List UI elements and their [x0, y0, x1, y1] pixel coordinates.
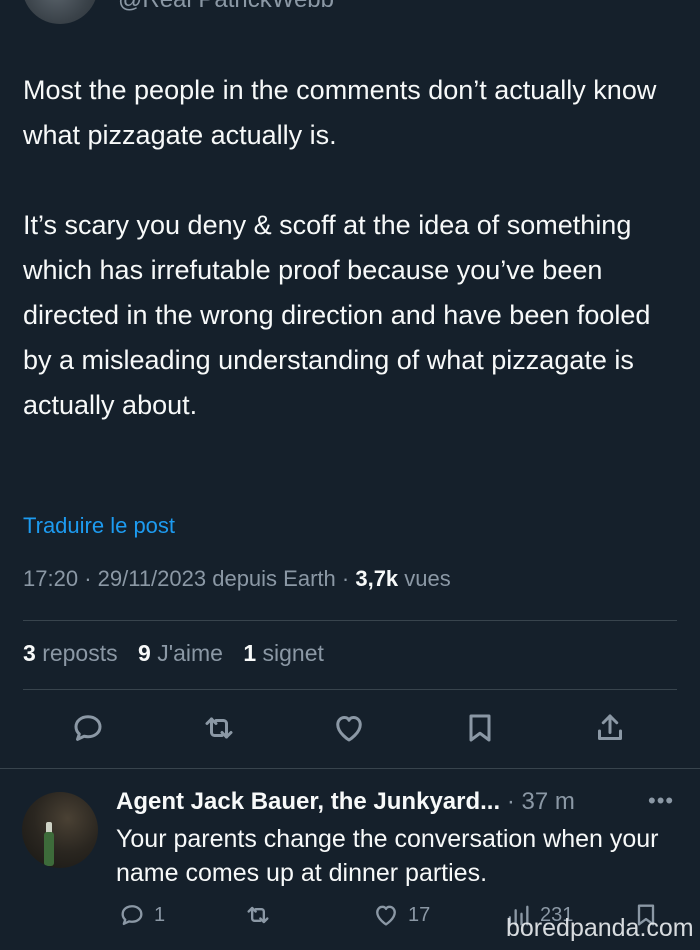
reply-text: Your parents change the conversation whe…	[116, 825, 659, 887]
likes-stat[interactable]: 9 J'aime	[138, 640, 223, 666]
meta-separator: ·	[84, 566, 92, 591]
like-icon	[376, 905, 396, 926]
reply-reply-button[interactable]: 1	[118, 898, 165, 932]
divider	[0, 768, 700, 769]
reply-like-button[interactable]: 17	[372, 898, 430, 932]
author-avatar[interactable]	[22, 0, 98, 24]
share-icon	[598, 714, 622, 740]
reposts-stat[interactable]: 3 reposts	[23, 640, 118, 666]
author-handle[interactable]: @Real PatrickWebb	[118, 0, 334, 14]
bookmarks-stat[interactable]: 1 signet	[243, 640, 324, 666]
engagement-stats: 3 reposts 9 J'aime 1 signet	[23, 640, 324, 667]
post-text: Most the people in the comments don’t ac…	[23, 68, 683, 428]
reply-avatar[interactable]	[22, 792, 98, 868]
translate-post-link[interactable]: Traduire le post	[23, 513, 175, 539]
views-count: 3,7k	[355, 566, 399, 591]
like-icon	[336, 716, 362, 742]
post-action-bar	[0, 706, 700, 754]
reply-icon	[121, 905, 143, 926]
watermark: boredpanda.com	[506, 914, 694, 942]
like-count: 17	[408, 903, 431, 926]
reply-repost-button[interactable]	[244, 898, 272, 932]
post-date-source: 29/11/2023 depuis Earth	[97, 566, 336, 591]
meta-separator: ·	[341, 566, 350, 591]
bookmark-button[interactable]	[458, 706, 502, 750]
reply-count: 1	[154, 903, 166, 926]
post-paragraph: Most the people in the comments don’t ac…	[23, 75, 657, 150]
reply-icon	[74, 715, 102, 741]
like-button[interactable]	[327, 706, 371, 750]
divider	[23, 620, 677, 621]
post-paragraph: It’s scary you deny & scoff at the idea …	[23, 210, 651, 420]
repost-icon	[247, 906, 269, 924]
divider	[23, 689, 677, 690]
reply-button[interactable]	[66, 706, 110, 750]
bookmark-icon	[469, 714, 491, 742]
reply-time: · 37 m	[506, 788, 575, 815]
share-button[interactable]	[588, 706, 632, 750]
views-label: vues	[404, 566, 451, 591]
repost-button[interactable]	[197, 706, 241, 750]
repost-icon	[205, 717, 233, 739]
reply-author-name[interactable]: Agent Jack Bauer, the Junkyard...	[116, 788, 500, 815]
post-time[interactable]: 17:20	[23, 566, 78, 591]
reply-item[interactable]: Agent Jack Bauer, the Junkyard... · 37 m…	[0, 770, 700, 950]
more-options-icon[interactable]: •••	[648, 788, 674, 814]
reply-header: Agent Jack Bauer, the Junkyard... · 37 m	[116, 788, 575, 816]
post-meta: 17:20 · 29/11/2023 depuis Earth · 3,7k v…	[23, 566, 451, 592]
